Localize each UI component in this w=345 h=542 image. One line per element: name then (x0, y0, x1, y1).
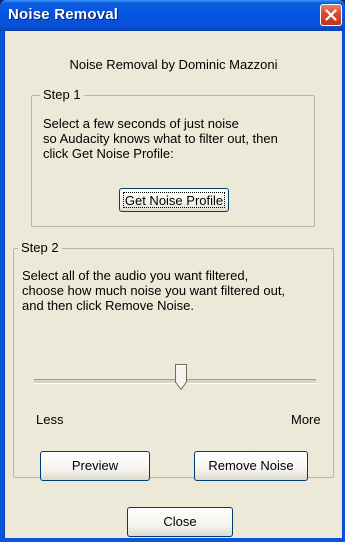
slider-min-label: Less (36, 412, 64, 427)
dialog-client-area: Noise Removal by Dominic Mazzoni Step 1 … (4, 31, 343, 538)
step2-line-2: choose how much noise you want filtered … (22, 283, 286, 298)
close-label: Close (163, 514, 197, 529)
step2-line-3: and then click Remove Noise. (22, 298, 194, 313)
remove-noise-button[interactable]: Remove Noise (194, 451, 308, 481)
step1-group: Step 1 Select a few seconds of just nois… (31, 87, 315, 227)
remove-noise-label: Remove Noise (208, 458, 294, 473)
slider-max-label: More (291, 412, 321, 427)
window-frame-bottom (0, 538, 345, 542)
close-button[interactable]: Close (127, 507, 233, 537)
step2-group: Step 2 Select all of the audio you want … (13, 240, 334, 481)
close-icon (325, 9, 337, 21)
get-noise-profile-label: Get Noise Profile (124, 192, 224, 208)
step1-line-2: so Audacity knows what to filter out, th… (43, 131, 278, 146)
step2-line-1: Select all of the audio you want filtere… (22, 268, 249, 283)
step1-line-1: Select a few seconds of just noise (43, 116, 239, 131)
noise-removal-window: Noise Removal Noise Removal by Dominic M… (0, 0, 345, 542)
noise-reduction-slider-thumb[interactable] (174, 364, 187, 390)
credit-text: Noise Removal by Dominic Mazzoni (69, 57, 278, 72)
window-close-button[interactable] (320, 4, 342, 26)
title-bar[interactable]: Noise Removal (0, 0, 345, 31)
step1-legend: Step 1 (40, 87, 84, 102)
step1-line-3: click Get Noise Profile: (43, 146, 174, 161)
get-noise-profile-button[interactable]: Get Noise Profile (119, 188, 229, 212)
step2-legend: Step 2 (18, 240, 62, 255)
window-title: Noise Removal (8, 6, 119, 23)
preview-label: Preview (71, 458, 119, 473)
step1-instructions: Select a few seconds of just noise so Au… (43, 116, 278, 161)
step2-instructions: Select all of the audio you want filtere… (22, 268, 285, 313)
preview-button[interactable]: Preview (40, 451, 150, 481)
